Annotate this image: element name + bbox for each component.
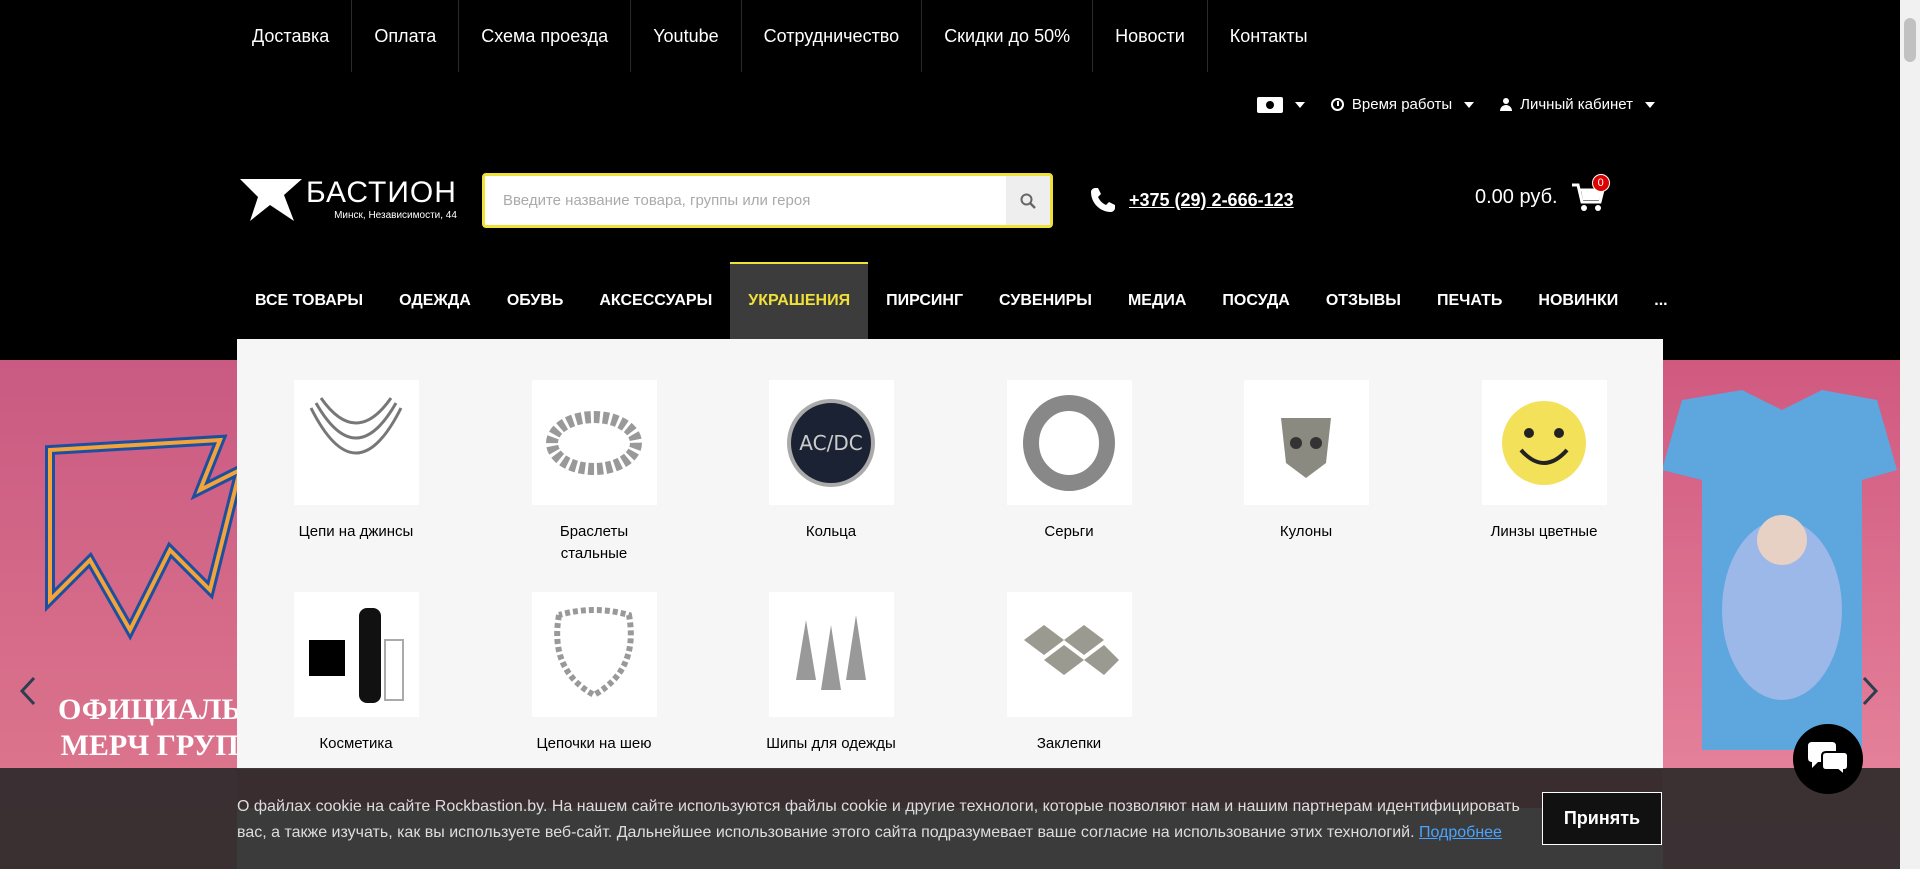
top-links: Доставка Оплата Схема проезда Youtube Со… bbox=[237, 0, 1330, 72]
category-clothing-spikes[interactable]: Шипы для одежды bbox=[731, 592, 931, 755]
nav-reviews[interactable]: ОТЗЫВЫ bbox=[1308, 262, 1419, 339]
chat-button[interactable] bbox=[1793, 724, 1863, 794]
product-image bbox=[1243, 380, 1369, 505]
work-hours-label: Время работы bbox=[1351, 96, 1453, 113]
phone-icon bbox=[1091, 188, 1115, 212]
category-label: Шипы для одежды bbox=[766, 735, 896, 752]
nav-accessories[interactable]: АКСЕССУАРЫ bbox=[581, 262, 730, 339]
toplink-directions[interactable]: Схема проезда bbox=[459, 0, 632, 72]
nav-piercing[interactable]: ПИРСИНГ bbox=[868, 262, 981, 339]
category-jeans-chains[interactable]: Цепи на джинсы bbox=[256, 380, 456, 543]
nav-souvenirs[interactable]: СУВЕНИРЫ bbox=[981, 262, 1110, 339]
category-label: Кольца bbox=[805, 523, 857, 540]
slider-prev-icon[interactable] bbox=[18, 676, 38, 706]
toplink-delivery[interactable]: Доставка bbox=[237, 0, 353, 72]
category-label: Кулоны bbox=[1279, 523, 1333, 540]
scrollbar-thumb[interactable] bbox=[1904, 18, 1916, 62]
cart-widget[interactable]: 0.00 руб. 0 bbox=[1475, 174, 1610, 212]
nav-media[interactable]: МЕДИА bbox=[1110, 262, 1204, 339]
cookie-more-link[interactable]: Подробнее bbox=[1419, 824, 1502, 841]
chat-icon bbox=[1808, 742, 1849, 776]
category-neck-chains[interactable]: Цепочки на шею bbox=[494, 592, 694, 755]
category-label: Линзы цветные bbox=[1490, 523, 1598, 540]
product-image bbox=[1006, 592, 1132, 717]
logo-address: Минск, Независимости, 44 bbox=[334, 209, 457, 221]
cookie-text: О файлах cookie на сайте Rockbastion.by.… bbox=[237, 798, 1520, 841]
category-color-lenses[interactable]: Линзы цветные bbox=[1444, 380, 1644, 543]
search-icon bbox=[1020, 193, 1036, 209]
star-logo-icon bbox=[240, 179, 302, 221]
slider-next-icon[interactable] bbox=[1860, 676, 1880, 706]
clock-icon bbox=[1330, 98, 1344, 111]
banner-caption-line2: МЕРЧ ГРУП bbox=[60, 729, 239, 762]
nav-print[interactable]: ПЕЧАТЬ bbox=[1419, 262, 1520, 339]
category-steel-bracelets[interactable]: Браслеты стальные bbox=[494, 380, 694, 565]
product-image bbox=[531, 592, 657, 717]
search-box bbox=[482, 173, 1053, 228]
cart-total: 0.00 руб. bbox=[1475, 185, 1558, 208]
toplink-discounts[interactable]: Скидки до 50% bbox=[922, 0, 1094, 72]
banner-caption: ОФИЦИАЛЬ МЕРЧ ГРУП bbox=[58, 692, 241, 764]
account-dropdown[interactable]: Личный кабинет bbox=[1500, 96, 1655, 113]
nav-jewelry[interactable]: УКРАШЕНИЯ bbox=[730, 262, 869, 339]
banner-caption-line1: ОФИЦИАЛЬ bbox=[58, 693, 242, 726]
category-rings[interactable]: AC/DC Кольца bbox=[731, 380, 931, 543]
nav-new[interactable]: НОВИНКИ bbox=[1520, 262, 1636, 339]
toplink-contacts[interactable]: Контакты bbox=[1208, 0, 1330, 72]
chevron-down-icon bbox=[1294, 101, 1305, 108]
currency-selector[interactable] bbox=[1256, 96, 1305, 113]
toplink-payment[interactable]: Оплата bbox=[352, 0, 460, 72]
toplink-youtube[interactable]: Youtube bbox=[631, 0, 742, 72]
search-button[interactable] bbox=[1006, 176, 1050, 225]
nav-clothing[interactable]: ОДЕЖДА bbox=[381, 262, 489, 339]
cookie-notice: О файлах cookie на сайте Rockbastion.by.… bbox=[237, 794, 1537, 846]
category-label: Серьги bbox=[1044, 523, 1094, 540]
category-pendants[interactable]: Кулоны bbox=[1206, 380, 1406, 543]
page-scrollbar[interactable] bbox=[1900, 0, 1920, 869]
search-input[interactable] bbox=[485, 176, 1006, 225]
site-logo[interactable]: БАСТИОН Минск, Независимости, 44 bbox=[240, 175, 457, 223]
product-image bbox=[293, 592, 419, 717]
account-label: Личный кабинет bbox=[1520, 96, 1633, 113]
cookie-accept-button[interactable]: Принять bbox=[1542, 792, 1662, 845]
product-image bbox=[768, 592, 894, 717]
product-image bbox=[531, 380, 657, 505]
utility-bar: Время работы Личный кабинет bbox=[1256, 96, 1655, 113]
money-icon bbox=[1256, 96, 1283, 113]
toplink-cooperation[interactable]: Сотрудничество bbox=[742, 0, 923, 72]
category-label: Цепочки на шею bbox=[536, 735, 652, 752]
category-label: Косметика bbox=[319, 735, 393, 752]
jewelry-dropdown: Цепи на джинсы Браслеты стальные AC/DC К… bbox=[237, 339, 1663, 769]
product-image bbox=[1481, 380, 1607, 505]
cart-count-badge: 0 bbox=[1591, 174, 1610, 192]
logo-name: БАСТИОН bbox=[306, 175, 457, 209]
work-hours-dropdown[interactable]: Время работы bbox=[1330, 96, 1475, 113]
chevron-down-icon bbox=[1645, 101, 1655, 108]
product-image: AC/DC bbox=[768, 380, 894, 505]
cart-icon: 0 bbox=[1571, 174, 1610, 212]
nav-all-products[interactable]: ВСЕ ТОВАРЫ bbox=[237, 262, 381, 339]
svg-text:AC/DC: AC/DC bbox=[799, 431, 862, 455]
nav-dishes[interactable]: ПОСУДА bbox=[1204, 262, 1307, 339]
category-cosmetics[interactable]: Косметика bbox=[256, 592, 456, 755]
main-nav: ВСЕ ТОВАРЫ ОДЕЖДА ОБУВЬ АКСЕССУАРЫ УКРАШ… bbox=[237, 262, 1686, 339]
cookie-banner: О файлах cookie на сайте Rockbastion.by.… bbox=[0, 768, 1900, 869]
category-label: Заклепки bbox=[1036, 735, 1102, 752]
phone-block: +375 (29) 2-666-123 bbox=[1089, 186, 1294, 214]
category-label: Браслеты стальные bbox=[559, 523, 629, 562]
nav-shoes[interactable]: ОБУВЬ bbox=[489, 262, 582, 339]
user-icon bbox=[1500, 98, 1513, 111]
category-label: Цепи на джинсы bbox=[298, 523, 414, 540]
chevron-down-icon bbox=[1464, 101, 1475, 108]
nav-more[interactable]: ... bbox=[1636, 262, 1685, 339]
product-image bbox=[293, 380, 419, 505]
product-image bbox=[1006, 380, 1132, 505]
phone-link[interactable]: +375 (29) 2-666-123 bbox=[1129, 190, 1294, 211]
toplink-news[interactable]: Новости bbox=[1093, 0, 1208, 72]
category-earrings[interactable]: Серьги bbox=[969, 380, 1169, 543]
category-rivets[interactable]: Заклепки bbox=[969, 592, 1169, 755]
